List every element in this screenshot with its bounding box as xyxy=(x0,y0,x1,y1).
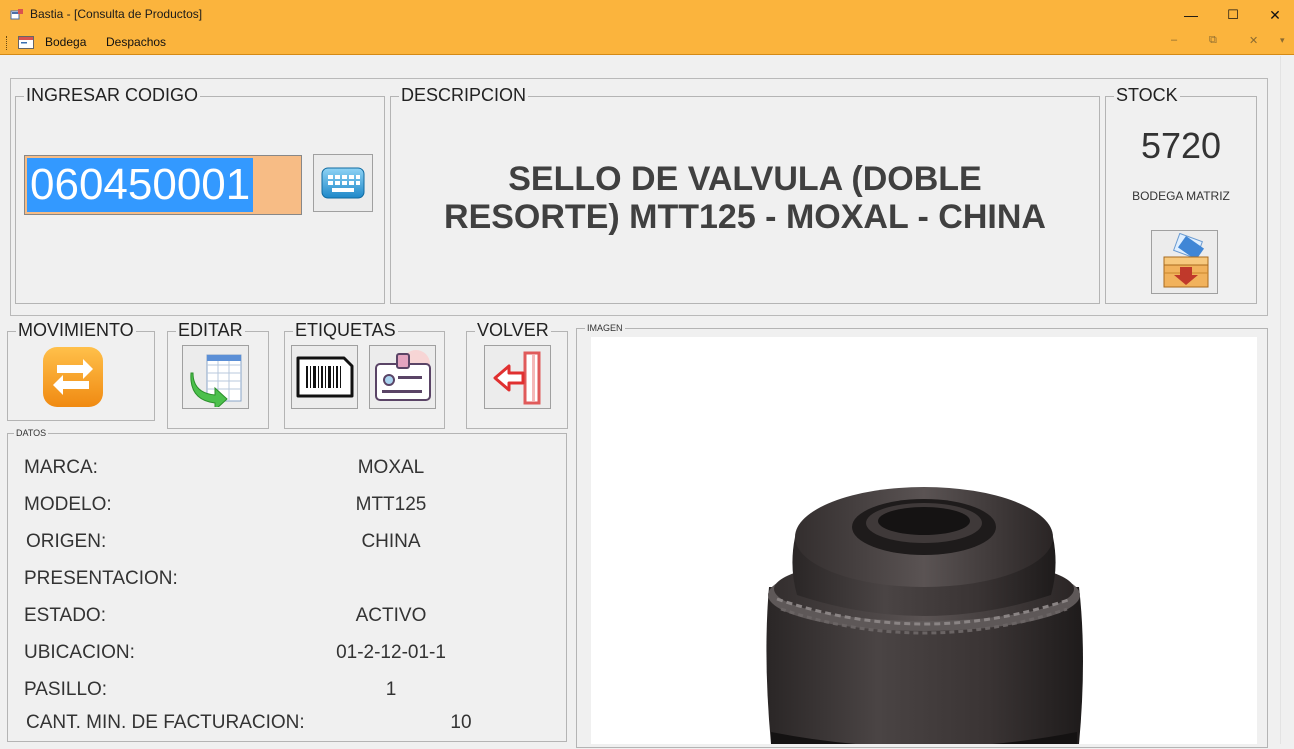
menu-bar: Bodega Despachos – ⧉ ✕ ▾ xyxy=(0,30,1294,55)
maximize-icon: ☐ xyxy=(1227,7,1239,22)
maximize-button[interactable]: ☐ xyxy=(1210,0,1256,30)
window-title: Bastia - [Consulta de Productos] xyxy=(30,7,203,21)
etiquetas-legend: ETIQUETAS xyxy=(293,320,398,341)
pasillo-value: 1 xyxy=(385,679,397,700)
edit-table-icon xyxy=(189,354,241,407)
stock-location: BODEGA MATRIZ xyxy=(1132,189,1230,203)
volver-button[interactable] xyxy=(484,345,551,409)
mdi-close-button[interactable]: ✕ xyxy=(1249,34,1258,47)
stock-warehouse-button[interactable] xyxy=(1151,230,1218,294)
description-line-2: RESORTE) MTT125 - MOXAL - CHINA xyxy=(444,198,1046,236)
presentacion-label: PRESENTACION: xyxy=(24,568,178,589)
barcode-label-button[interactable] xyxy=(291,345,358,409)
valve-seal-image xyxy=(766,487,1083,747)
ubicacion-value: 01-2-12-01-1 xyxy=(336,642,446,663)
origen-value: CHINA xyxy=(361,531,421,552)
barcode-icon xyxy=(296,356,353,398)
stock-value: 5720 xyxy=(1140,125,1222,166)
minimize-icon: — xyxy=(1184,7,1198,23)
mdi-minimize-button[interactable]: – xyxy=(1171,34,1177,46)
volver-legend: VOLVER xyxy=(475,320,551,341)
product-image xyxy=(591,337,1257,747)
id-card-icon xyxy=(374,350,431,401)
estado-value: ACTIVO xyxy=(355,605,427,626)
menu-item-bodega[interactable]: Bodega xyxy=(45,35,86,49)
pasillo-label: PASILLO: xyxy=(24,679,108,700)
estado-label: ESTADO: xyxy=(24,605,106,626)
modelo-value: MTT125 xyxy=(355,494,427,515)
editar-button[interactable] xyxy=(182,345,249,409)
descripcion-legend: DESCRIPCION xyxy=(399,85,529,106)
datos-legend: DATOS xyxy=(14,428,49,438)
mdi-dropdown-icon[interactable]: ▾ xyxy=(1280,35,1285,46)
origen-label: ORIGEN: xyxy=(26,531,107,552)
keyboard-icon xyxy=(321,167,365,199)
keyboard-button[interactable] xyxy=(313,154,373,212)
cant-min-facturacion-value: 10 xyxy=(450,712,472,733)
vertical-scrollbar[interactable] xyxy=(1280,56,1294,744)
mdi-restore-button[interactable]: ⧉ xyxy=(1209,34,1217,47)
minimize-button[interactable]: — xyxy=(1168,0,1214,30)
movimiento-legend: MOVIMIENTO xyxy=(16,320,136,341)
product-description: SELLO DE VALVULA (DOBLE RESORTE) MTT125 … xyxy=(392,160,1098,236)
close-button[interactable]: ✕ xyxy=(1252,0,1294,30)
editar-legend: EDITAR xyxy=(176,320,245,341)
warehouse-box-icon xyxy=(1163,233,1208,288)
code-input-value: 060450001 xyxy=(27,158,254,212)
imagen-legend: IMAGEN xyxy=(585,323,625,333)
cant-min-facturacion-label: CANT. MIN. DE FACTURACION: xyxy=(26,712,305,733)
mdi-child-icon xyxy=(18,36,34,49)
menu-item-despachos[interactable]: Despachos xyxy=(106,35,166,49)
movimiento-button[interactable] xyxy=(39,343,107,410)
marca-value: MOXAL xyxy=(357,457,425,478)
marca-label: MARCA: xyxy=(24,457,98,478)
ubicacion-label: UBICACION: xyxy=(24,642,135,663)
title-bar: Bastia - [Consulta de Productos] — ☐ ✕ xyxy=(0,0,1294,30)
exit-door-icon xyxy=(493,351,540,405)
swap-arrows-icon xyxy=(43,346,103,407)
close-icon: ✕ xyxy=(1269,6,1281,23)
codigo-legend: INGRESAR CODIGO xyxy=(24,85,201,106)
modelo-label: MODELO: xyxy=(24,494,112,515)
id-card-button[interactable] xyxy=(369,345,436,409)
code-input[interactable]: 060450001 xyxy=(24,155,302,215)
app-icon xyxy=(10,9,23,20)
description-line-1: SELLO DE VALVULA (DOBLE xyxy=(508,160,982,198)
stock-legend: STOCK xyxy=(1114,85,1180,106)
menu-grip xyxy=(6,36,9,50)
